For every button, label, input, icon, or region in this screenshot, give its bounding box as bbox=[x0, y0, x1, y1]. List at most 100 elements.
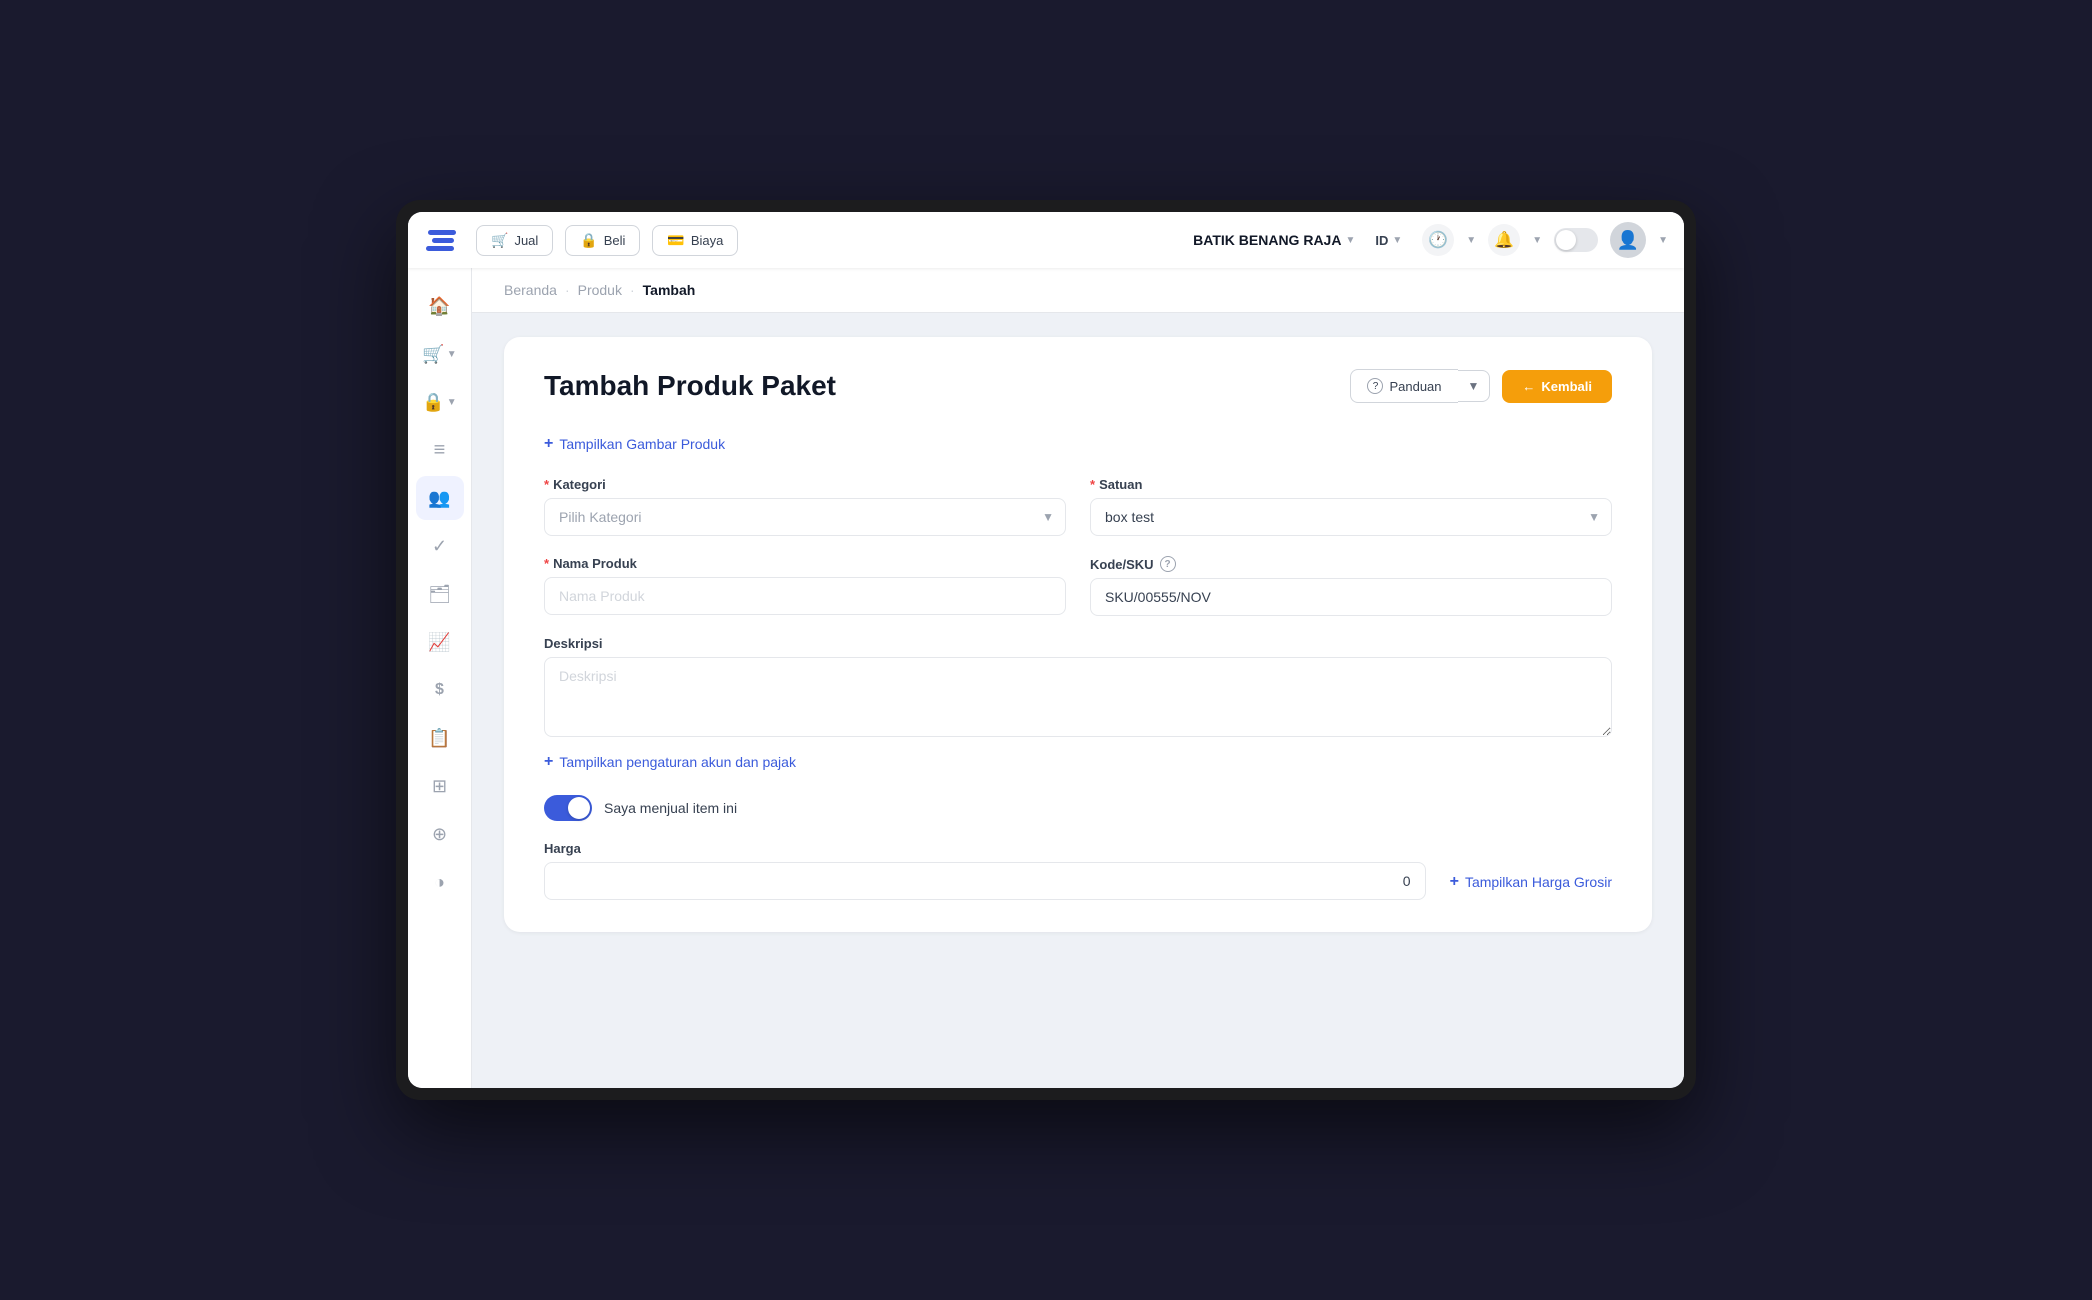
finance-icon: $ bbox=[435, 681, 444, 699]
chart-icon: 📈 bbox=[428, 632, 450, 653]
beli-label: Beli bbox=[604, 233, 626, 248]
bell-chevron-icon: ▼ bbox=[1532, 235, 1542, 246]
panduan-button[interactable]: ? Panduan bbox=[1350, 369, 1457, 403]
sidebar-item-contacts[interactable]: 👥 bbox=[416, 476, 464, 520]
breadcrumb-produk[interactable]: Produk bbox=[578, 282, 622, 298]
nama-sku-row: * Nama Produk Kode/SKU ? bbox=[544, 556, 1612, 616]
theme-toggle[interactable] bbox=[1554, 228, 1598, 252]
sidebar-item-grid[interactable]: ⊞ bbox=[416, 764, 464, 808]
brand-selector[interactable]: BATIK BENANG RAJA ▼ bbox=[1193, 232, 1355, 248]
biaya-icon: 💳 bbox=[667, 232, 684, 249]
sidebar-item-archive[interactable]: 🗂 bbox=[416, 572, 464, 616]
lock-icon: 🔒 bbox=[422, 392, 444, 413]
sidebar-item-report[interactable]: 📋 bbox=[416, 716, 464, 760]
kode-sku-help-icon[interactable]: ? bbox=[1160, 556, 1176, 572]
sidebar-item-sync[interactable]: ◑ bbox=[416, 860, 464, 904]
sidebar-item-lock[interactable]: 🔒 ▼ bbox=[416, 380, 464, 424]
form-header-actions: ? Panduan ▼ ← Kembali bbox=[1350, 369, 1612, 403]
harga-grosir-button[interactable]: + Tampilkan Harga Grosir bbox=[1450, 841, 1612, 891]
kategori-satuan-row: * Kategori Pilih Kategori ▼ bbox=[544, 477, 1612, 536]
add-image-label: Tampilkan Gambar Produk bbox=[559, 436, 725, 452]
breadcrumb-beranda[interactable]: Beranda bbox=[504, 282, 557, 298]
kode-sku-group: Kode/SKU ? bbox=[1090, 556, 1612, 616]
satuan-select-wrapper: box test ▼ bbox=[1090, 498, 1612, 536]
app-logo[interactable] bbox=[424, 230, 456, 251]
home-icon: 🏠 bbox=[428, 296, 450, 317]
deskripsi-group: Deskripsi bbox=[544, 636, 1612, 737]
satuan-label-text: Satuan bbox=[1099, 477, 1142, 492]
biaya-label: Biaya bbox=[691, 233, 724, 248]
kembali-label: Kembali bbox=[1541, 379, 1592, 394]
breadcrumb-sep-1: · bbox=[565, 282, 570, 298]
user-avatar[interactable]: 👤 bbox=[1610, 222, 1646, 258]
satuan-label: * Satuan bbox=[1090, 477, 1612, 492]
archive-icon: 🗂 bbox=[428, 584, 451, 605]
sidebar-item-shop[interactable]: 🛒 ▼ bbox=[416, 332, 464, 376]
menu-icon: ≡ bbox=[434, 439, 446, 462]
nama-required-star: * bbox=[544, 556, 549, 571]
panduan-chevron-button[interactable]: ▼ bbox=[1458, 370, 1491, 402]
nama-produk-input[interactable] bbox=[544, 577, 1066, 615]
beli-button[interactable]: 🔒 Beli bbox=[565, 225, 640, 256]
kategori-label: * Kategori bbox=[544, 477, 1066, 492]
add-image-button[interactable]: + Tampilkan Gambar Produk bbox=[544, 435, 1612, 453]
kode-sku-label: Kode/SKU ? bbox=[1090, 556, 1612, 572]
kode-sku-input[interactable] bbox=[1090, 578, 1612, 616]
nama-produk-label: * Nama Produk bbox=[544, 556, 1066, 571]
sync-icon: ◑ bbox=[434, 872, 445, 893]
kategori-select-wrapper: Pilih Kategori ▼ bbox=[544, 498, 1066, 536]
report-icon: 📋 bbox=[428, 728, 450, 749]
sidebar-item-finance[interactable]: $ bbox=[416, 668, 464, 712]
clock-chevron-icon: ▼ bbox=[1466, 235, 1476, 246]
deskripsi-textarea[interactable] bbox=[544, 657, 1612, 737]
kategori-label-text: Kategori bbox=[553, 477, 606, 492]
sidebar-item-chart[interactable]: 📈 bbox=[416, 620, 464, 664]
nama-produk-label-text: Nama Produk bbox=[553, 556, 637, 571]
brand-chevron-icon: ▼ bbox=[1345, 235, 1355, 246]
clock-icon: 🕐 bbox=[1428, 230, 1448, 250]
account-tax-button[interactable]: + Tampilkan pengaturan akun dan pajak bbox=[544, 753, 1612, 771]
harga-input-wrapper bbox=[544, 862, 1426, 900]
sidebar-item-check[interactable]: ✓ bbox=[416, 524, 464, 568]
lang-chevron-icon: ▼ bbox=[1392, 235, 1402, 246]
harga-row: Harga + Tampilkan Harga Grosir bbox=[544, 841, 1612, 900]
sidebar-item-home[interactable]: 🏠 bbox=[416, 284, 464, 328]
add-icon: ⊕ bbox=[432, 824, 447, 845]
satuan-select[interactable]: box test bbox=[1090, 498, 1612, 536]
check-icon: ✓ bbox=[432, 536, 447, 557]
account-tax-label: Tampilkan pengaturan akun dan pajak bbox=[559, 754, 796, 770]
avatar-chevron-icon: ▼ bbox=[1658, 235, 1668, 246]
jual-toggle-knob bbox=[568, 797, 590, 819]
panduan-label: Panduan bbox=[1389, 379, 1441, 394]
grid-icon: ⊞ bbox=[432, 776, 447, 797]
avatar-icon: 👤 bbox=[1617, 230, 1639, 251]
form-header: Tambah Produk Paket ? Panduan ▼ ← bbox=[544, 369, 1612, 403]
notification-button[interactable]: 🔔 bbox=[1488, 224, 1520, 256]
shop-icon: 🛒 bbox=[422, 344, 444, 365]
kategori-select[interactable]: Pilih Kategori bbox=[544, 498, 1066, 536]
top-navigation: 🛒 Jual 🔒 Beli 💳 Biaya BATIK BENANG RAJA … bbox=[408, 212, 1684, 268]
kembali-button[interactable]: ← Kembali bbox=[1502, 370, 1612, 403]
harga-label: Harga bbox=[544, 841, 1426, 856]
sidebar-item-add[interactable]: ⊕ bbox=[416, 812, 464, 856]
breadcrumb-current: Tambah bbox=[643, 282, 696, 298]
lang-label: ID bbox=[1375, 233, 1388, 248]
satuan-group: * Satuan box test ▼ bbox=[1090, 477, 1612, 536]
clock-button[interactable]: 🕐 bbox=[1422, 224, 1454, 256]
harga-grosir-plus-icon: + bbox=[1450, 873, 1459, 891]
biaya-button[interactable]: 💳 Biaya bbox=[652, 225, 738, 256]
language-selector[interactable]: ID ▼ bbox=[1367, 233, 1410, 248]
beli-icon: 🔒 bbox=[580, 232, 597, 249]
jual-button[interactable]: 🛒 Jual bbox=[476, 225, 553, 256]
sidebar: 🏠 🛒 ▼ 🔒 ▼ ≡ 👥 ✓ bbox=[408, 268, 472, 1088]
content-area: Beranda · Produk · Tambah Tambah Produk … bbox=[472, 268, 1684, 1088]
deskripsi-label: Deskripsi bbox=[544, 636, 1612, 651]
contacts-icon: 👥 bbox=[428, 488, 450, 509]
panduan-chevron-icon: ▼ bbox=[1468, 379, 1480, 393]
harga-group: Harga bbox=[544, 841, 1426, 900]
sidebar-item-menu[interactable]: ≡ bbox=[416, 428, 464, 472]
jual-toggle-switch[interactable] bbox=[544, 795, 592, 821]
brand-name: BATIK BENANG RAJA bbox=[1193, 232, 1341, 248]
jual-toggle-label: Saya menjual item ini bbox=[604, 800, 737, 816]
harga-input[interactable] bbox=[544, 862, 1426, 900]
